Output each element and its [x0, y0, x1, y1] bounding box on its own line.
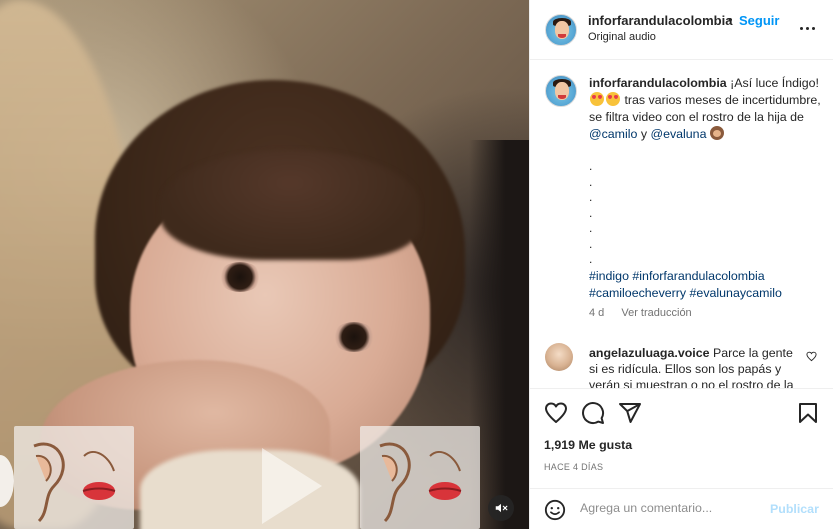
caption-dots: .......: [589, 159, 593, 266]
commenter-avatar[interactable]: [545, 343, 573, 371]
comment-text: angelazuluaga.voice Parce la gente si es…: [589, 345, 801, 388]
watermark-ear-lips-left: [14, 426, 134, 529]
commenter-username[interactable]: angelazuluaga.voice: [589, 346, 710, 360]
post-header: inforfarandulacolombia • Seguir Original…: [530, 0, 833, 60]
mention-evaluna[interactable]: @evaluna: [650, 127, 706, 141]
heart-icon[interactable]: [544, 401, 568, 428]
heart-eyes-emoji-icon: [590, 92, 604, 106]
post-video[interactable]: [0, 0, 529, 529]
likes-count[interactable]: 1,919 Me gusta: [544, 438, 632, 452]
publish-button[interactable]: Publicar: [770, 502, 819, 516]
post-side-panel: inforfarandulacolombia • Seguir Original…: [529, 0, 833, 529]
author-username[interactable]: inforfarandulacolombia: [588, 13, 732, 28]
post-caption: inforfarandulacolombia ¡Así luce Índigo!…: [530, 61, 833, 331]
comment-icon[interactable]: [581, 401, 605, 428]
heart-eyes-emoji-icon: [606, 92, 620, 106]
caption-line1: ¡Así luce Índigo!: [730, 76, 820, 90]
caption-hashtags: #indigo #inforfarandulacolombia #camiloe…: [589, 268, 821, 302]
watermark-ear-lips-right: [360, 426, 480, 529]
caption-line3: y: [637, 127, 651, 141]
audio-label[interactable]: Original audio: [588, 31, 656, 43]
caption-avatar[interactable]: [545, 75, 577, 107]
play-icon: [262, 448, 322, 524]
share-icon[interactable]: [618, 401, 642, 428]
follow-button[interactable]: Seguir: [739, 13, 779, 28]
caption-username[interactable]: inforfarandulacolombia: [589, 76, 727, 90]
post-timestamp[interactable]: HACE 4 DÍAS: [544, 462, 603, 472]
see-translation-button[interactable]: Ver traducción: [621, 307, 691, 319]
hashtags-line-2[interactable]: #camiloecheverry #evalunaycamilo: [589, 285, 821, 302]
comment-item: angelazuluaga.voice Parce la gente si es…: [530, 332, 833, 388]
separator-dot: •: [728, 12, 733, 27]
post-actions: 1,919 Me gusta HACE 4 DÍAS: [530, 388, 833, 478]
comment-like-heart-icon[interactable]: [806, 350, 817, 365]
muted-speaker-icon[interactable]: [488, 495, 514, 521]
more-options-icon[interactable]: [796, 18, 818, 38]
caption-line2: tras varios meses de incertidumbre, se f…: [589, 93, 821, 124]
bookmark-icon[interactable]: [796, 401, 820, 428]
comment-input[interactable]: Agrega un comentario...: [580, 501, 790, 515]
emoji-icon[interactable]: [544, 499, 566, 524]
mention-camilo[interactable]: @camilo: [589, 127, 637, 141]
caption-meta: 4 d Ver traducción: [589, 307, 692, 319]
instagram-post-modal: inforfarandulacolombia • Seguir Original…: [0, 0, 833, 529]
caption-age[interactable]: 4 d: [589, 307, 604, 319]
hashtags-line-1[interactable]: #indigo #inforfarandulacolombia: [589, 268, 821, 285]
avatar[interactable]: [545, 14, 577, 46]
monkey-emoji-icon: [709, 126, 724, 140]
comment-composer: Agrega un comentario... Publicar: [530, 488, 833, 529]
caption-text: inforfarandulacolombia ¡Así luce Índigo!…: [589, 75, 821, 143]
